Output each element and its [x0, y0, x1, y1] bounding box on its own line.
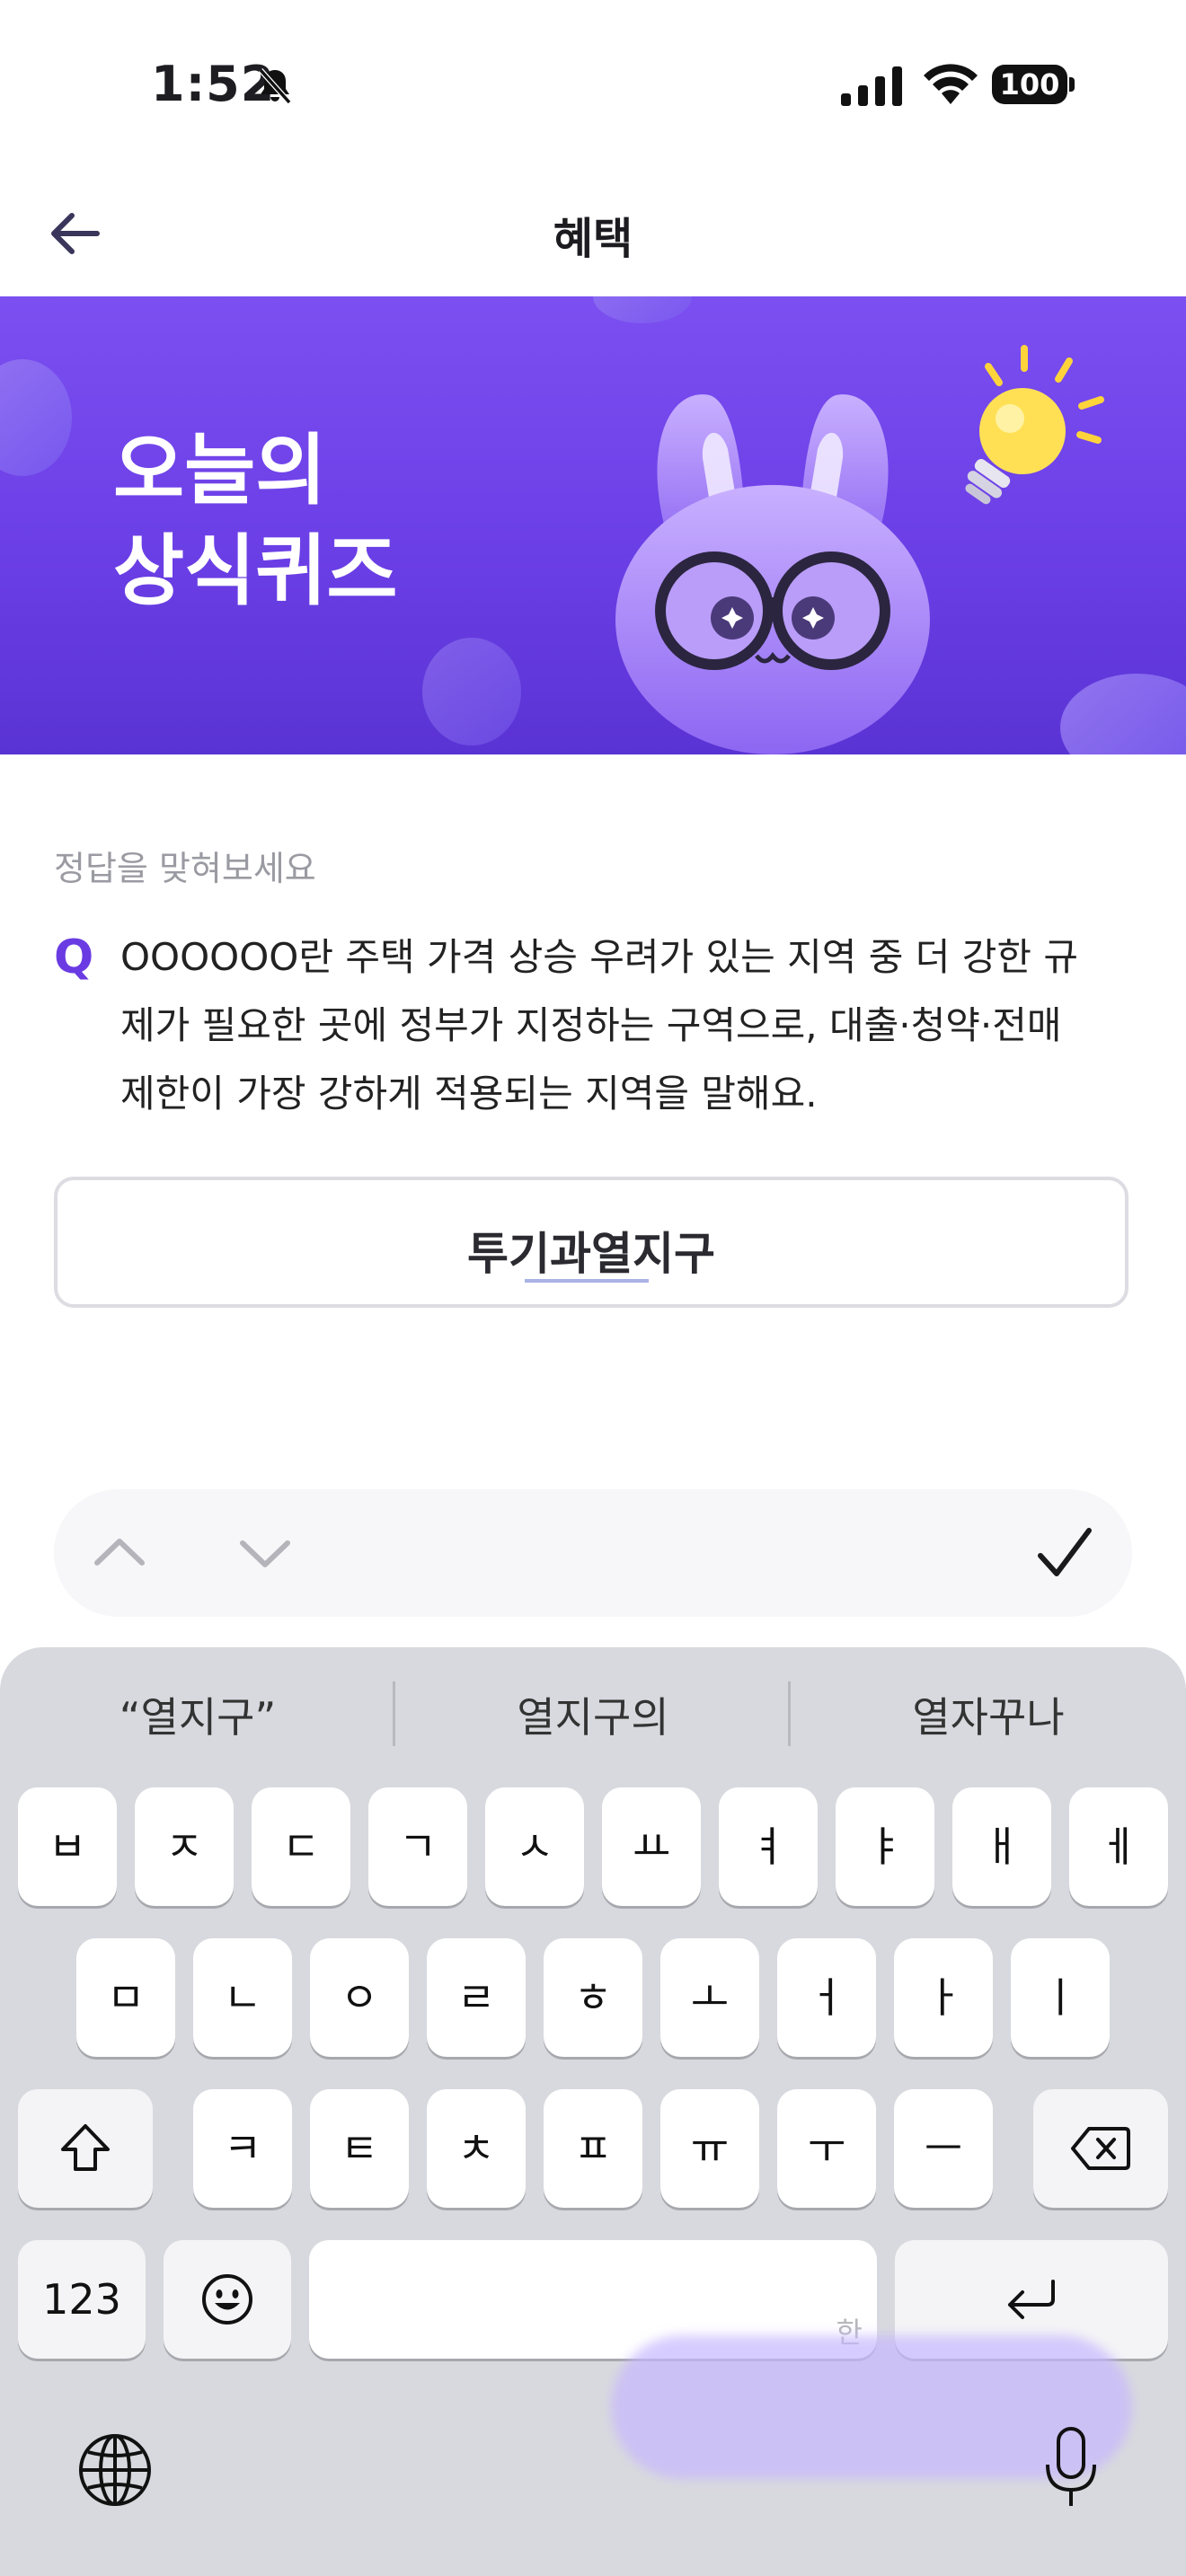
- question-line: 제가 필요한 곳에 정부가 지정하는 구역으로, 대출·청약·전매: [120, 1003, 1062, 1047]
- key[interactable]: ㅋ: [193, 2089, 292, 2208]
- page-title: 혜택: [553, 214, 633, 264]
- chevron-up-icon[interactable]: [90, 1523, 149, 1583]
- key[interactable]: ㅠ: [660, 2089, 759, 2208]
- wifi-icon: [924, 64, 978, 104]
- key[interactable]: ㄱ: [368, 1787, 467, 1906]
- return-icon: [1008, 2280, 1055, 2319]
- status-bar: 1:52 100: [0, 0, 1186, 171]
- suggestion-item[interactable]: “열지구”: [0, 1685, 395, 1750]
- shift-key[interactable]: [18, 2089, 153, 2208]
- key[interactable]: ㅛ: [602, 1787, 701, 1906]
- globe-icon[interactable]: [75, 2430, 155, 2510]
- answer-input[interactable]: 투기과열지구: [54, 1177, 1128, 1308]
- key[interactable]: ㅣ: [1011, 1938, 1110, 2057]
- delete-icon: [1071, 2127, 1130, 2170]
- question-line: OOOOOO란 주택 가격 상승 우려가 있는 지역 중 더 강한 규: [120, 935, 1079, 979]
- banner-title-line1: 오늘의: [113, 426, 327, 516]
- key[interactable]: ㄹ: [427, 1938, 526, 2057]
- question-line: 제한이 가장 강하게 적용되는 지역을 말해요.: [120, 1072, 818, 1116]
- key[interactable]: ㅎ: [544, 1938, 642, 2057]
- banner-title: 오늘의 상식퀴즈: [113, 420, 397, 622]
- quiz-hint: 정답을 맞혀보세요: [54, 849, 316, 888]
- numbers-key[interactable]: 123: [18, 2240, 146, 2359]
- key[interactable]: ㅅ: [485, 1787, 584, 1906]
- bell-slash-icon: [258, 68, 292, 104]
- signal-icon: [841, 66, 902, 106]
- suggestion-item[interactable]: 열지구의: [395, 1685, 791, 1750]
- key[interactable]: ㅌ: [310, 2089, 409, 2208]
- rabbit-mascot-illustration: [615, 394, 930, 754]
- key[interactable]: ㅍ: [544, 2089, 642, 2208]
- key[interactable]: ㅈ: [135, 1787, 234, 1906]
- battery-icon: 100: [992, 65, 1075, 104]
- shift-icon: [61, 2124, 110, 2171]
- chevron-down-icon[interactable]: [235, 1523, 295, 1583]
- key[interactable]: ㅡ: [894, 2089, 993, 2208]
- key[interactable]: ㅕ: [719, 1787, 818, 1906]
- suggestion-item[interactable]: 열자꾸나: [791, 1685, 1186, 1750]
- key[interactable]: ㅂ: [18, 1787, 117, 1906]
- key[interactable]: ㅗ: [660, 1938, 759, 2057]
- delete-key[interactable]: [1033, 2089, 1168, 2208]
- keyboard-accessory-bar: [54, 1489, 1132, 1617]
- banner-title-line2: 상식퀴즈: [113, 526, 398, 616]
- lightbulb-icon: [965, 345, 1104, 505]
- answer-input-value[interactable]: 투기과열지구: [58, 1218, 1125, 1283]
- top-app-bar: 혜택: [0, 171, 1186, 296]
- key[interactable]: ㅜ: [777, 2089, 876, 2208]
- quiz-question: OOOOOO란 주택 가격 상승 우려가 있는 지역 중 더 강한 규 제가 필…: [120, 923, 1145, 1128]
- key[interactable]: ㅇ: [310, 1938, 409, 2057]
- key[interactable]: ㅓ: [777, 1938, 876, 2057]
- key[interactable]: ㅐ: [952, 1787, 1051, 1906]
- battery-level: 100: [992, 65, 1067, 104]
- question-marker: Q: [54, 931, 94, 984]
- checkmark-icon[interactable]: [1035, 1523, 1094, 1583]
- key[interactable]: ㅁ: [76, 1938, 175, 2057]
- key[interactable]: ㅊ: [427, 2089, 526, 2208]
- quiz-banner: 오늘의 상식퀴즈: [0, 296, 1186, 754]
- composing-underline: [525, 1279, 649, 1283]
- key[interactable]: ㅑ: [836, 1787, 934, 1906]
- key[interactable]: ㅔ: [1069, 1787, 1168, 1906]
- key[interactable]: ㄴ: [193, 1938, 292, 2057]
- key[interactable]: ㅏ: [894, 1938, 993, 2057]
- microphone-icon[interactable]: [1042, 2425, 1100, 2511]
- key[interactable]: ㄷ: [252, 1787, 350, 1906]
- emoji-icon: [202, 2274, 252, 2325]
- emoji-key[interactable]: [164, 2240, 291, 2359]
